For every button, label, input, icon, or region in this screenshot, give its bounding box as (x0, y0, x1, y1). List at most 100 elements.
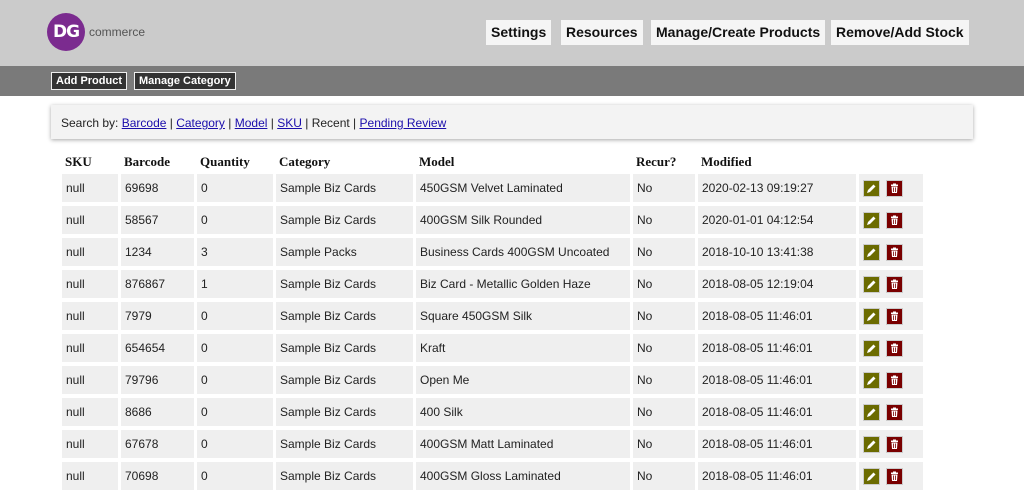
row-actions (859, 366, 923, 394)
cell-sku: null (62, 270, 118, 298)
table-row: null 70698 0 Sample Biz Cards 400GSM Gloss L… (62, 462, 923, 490)
row-actions (859, 238, 923, 266)
cell-category: Sample Packs (276, 238, 413, 266)
search-bar: Search by: Barcode | Category | Model | … (51, 105, 973, 139)
pencil-icon[interactable] (863, 275, 880, 293)
cell-model: 400 Silk (416, 398, 630, 426)
cell-modified: 2018-08-05 11:46:01 (698, 462, 856, 490)
cell-category: Sample Biz Cards (276, 430, 413, 458)
header-quantity: Quantity (200, 154, 250, 169)
trash-icon[interactable] (886, 307, 903, 325)
cell-quantity: 0 (197, 302, 273, 330)
table-row: null 67678 0 Sample Biz Cards 400GSM Matt La… (62, 430, 923, 458)
row-actions (859, 174, 923, 202)
cell-modified: 2018-08-05 11:46:01 (698, 398, 856, 426)
cell-barcode: 876867 (121, 270, 194, 298)
search-model-link[interactable]: Model (235, 116, 268, 130)
cell-modified: 2020-01-01 04:12:54 (698, 206, 856, 234)
trash-icon[interactable] (886, 371, 903, 389)
cell-model: Kraft (416, 334, 630, 362)
cell-model: 400GSM Gloss Laminated (416, 462, 630, 490)
search-category-link[interactable]: Category (176, 116, 225, 130)
trash-icon[interactable] (886, 403, 903, 421)
cell-quantity: 0 (197, 206, 273, 234)
cell-model: Biz Card - Metallic Golden Haze (416, 270, 630, 298)
trash-icon[interactable] (886, 275, 903, 293)
pencil-icon[interactable] (863, 435, 880, 453)
cell-quantity: 0 (197, 398, 273, 426)
trash-icon[interactable] (886, 467, 903, 485)
header-barcode: Barcode (124, 154, 170, 169)
cell-sku: null (62, 238, 118, 266)
cell-barcode: 58567 (121, 206, 194, 234)
cell-modified: 2018-10-10 13:41:38 (698, 238, 856, 266)
cell-model: Square 450GSM Silk (416, 302, 630, 330)
nav-stock-button[interactable]: Remove/Add Stock (831, 20, 969, 45)
pencil-icon[interactable] (863, 243, 880, 261)
cell-quantity: 3 (197, 238, 273, 266)
cell-recur: No (633, 398, 695, 426)
logo-mark: DG (47, 13, 85, 51)
cell-barcode: 67678 (121, 430, 194, 458)
cell-sku: null (62, 462, 118, 490)
search-sku-link[interactable]: SKU (277, 116, 302, 130)
table-row: null 654654 0 Sample Biz Cards Kraft No 2018-0… (62, 334, 923, 362)
cell-recur: No (633, 206, 695, 234)
table-row: null 69698 0 Sample Biz Cards 450GSM Velvet … (62, 174, 923, 202)
pencil-icon[interactable] (863, 179, 880, 197)
header-actions (859, 152, 923, 170)
search-barcode-link[interactable]: Barcode (122, 116, 167, 130)
search-label: Search by: (61, 116, 119, 130)
cell-recur: No (633, 334, 695, 362)
table-row: null 58567 0 Sample Biz Cards 400GSM Silk Ro… (62, 206, 923, 234)
cell-category: Sample Biz Cards (276, 302, 413, 330)
pencil-icon[interactable] (863, 467, 880, 485)
cell-modified: 2018-08-05 11:46:01 (698, 302, 856, 330)
sub-toolbar: Add Product Manage Category (0, 66, 1024, 96)
table-row: null 8686 0 Sample Biz Cards 400 Silk No 2018-… (62, 398, 923, 426)
cell-category: Sample Biz Cards (276, 462, 413, 490)
trash-icon[interactable] (886, 339, 903, 357)
row-actions (859, 302, 923, 330)
cell-model: 450GSM Velvet Laminated (416, 174, 630, 202)
search-recent-current: Recent (311, 116, 350, 130)
logo-text: commerce (89, 25, 146, 39)
header-modified: Modified (701, 154, 752, 169)
cell-modified: 2018-08-05 11:46:01 (698, 430, 856, 458)
cell-barcode: 69698 (121, 174, 194, 202)
cell-category: Sample Biz Cards (276, 174, 413, 202)
trash-icon[interactable] (886, 211, 903, 229)
cell-quantity: 0 (197, 430, 273, 458)
cell-sku: null (62, 334, 118, 362)
cell-quantity: 1 (197, 270, 273, 298)
pencil-icon[interactable] (863, 339, 880, 357)
cell-category: Sample Biz Cards (276, 206, 413, 234)
cell-category: Sample Biz Cards (276, 334, 413, 362)
cell-category: Sample Biz Cards (276, 398, 413, 426)
pencil-icon[interactable] (863, 307, 880, 325)
cell-sku: null (62, 174, 118, 202)
trash-icon[interactable] (886, 243, 903, 261)
pencil-icon[interactable] (863, 211, 880, 229)
cell-category: Sample Biz Cards (276, 366, 413, 394)
manage-category-button[interactable]: Manage Category (134, 72, 236, 90)
add-product-button[interactable]: Add Product (51, 72, 127, 90)
search-pending-link[interactable]: Pending Review (360, 116, 447, 130)
pencil-icon[interactable] (863, 403, 880, 421)
brand-logo[interactable]: DG commerce (47, 13, 146, 51)
nav-manage-products-button[interactable]: Manage/Create Products (651, 20, 826, 45)
cell-barcode: 1234 (121, 238, 194, 266)
cell-sku: null (62, 302, 118, 330)
row-actions (859, 334, 923, 362)
cell-sku: null (62, 398, 118, 426)
trash-icon[interactable] (886, 435, 903, 453)
cell-model: 400GSM Silk Rounded (416, 206, 630, 234)
nav-resources-button[interactable]: Resources (561, 20, 643, 45)
table-row: null 1234 3 Sample Packs Business Cards 400G… (62, 238, 923, 266)
pencil-icon[interactable] (863, 371, 880, 389)
trash-icon[interactable] (886, 179, 903, 197)
cell-recur: No (633, 462, 695, 490)
nav-settings-button[interactable]: Settings (486, 20, 552, 45)
cell-sku: null (62, 366, 118, 394)
cell-recur: No (633, 366, 695, 394)
